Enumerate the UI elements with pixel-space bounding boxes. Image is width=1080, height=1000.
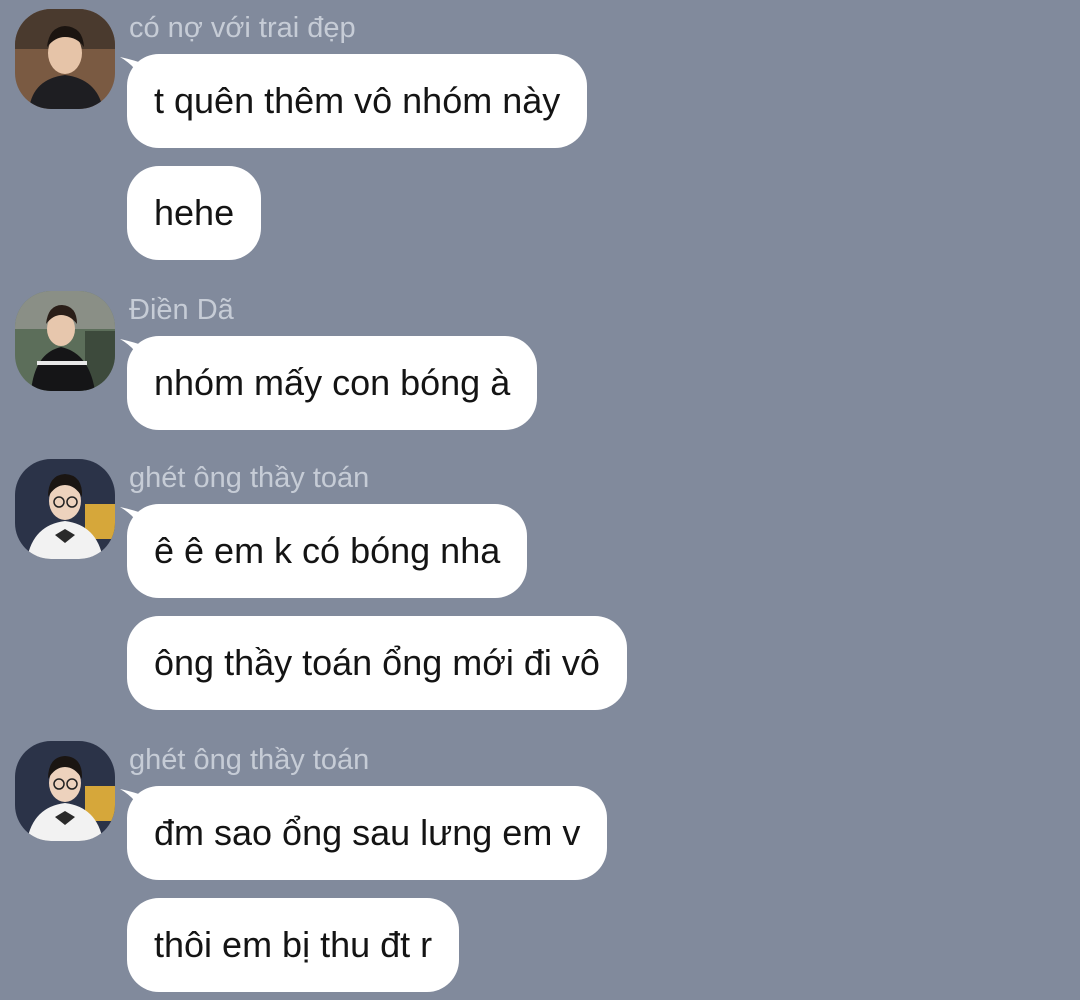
user-avatar[interactable] [15, 459, 115, 559]
sender-name: ghét ông thầy toán [129, 462, 370, 494]
message-bubble[interactable]: nhóm mấy con bóng à [127, 336, 538, 430]
message-bubble[interactable]: thôi em bị thu đt r [127, 898, 460, 992]
sender-name: có nợ với trai đẹp [129, 12, 356, 44]
message-bubble[interactable]: ê ê em k có bóng nha [127, 504, 528, 598]
message-bubble[interactable]: hehe [127, 166, 262, 260]
message-bubble[interactable]: ông thầy toán ổng mới đi vô [127, 616, 627, 710]
message-bubble[interactable]: đm sao ổng sau lưng em v [127, 786, 608, 880]
user-avatar[interactable] [15, 9, 115, 109]
user-avatar[interactable] [15, 741, 115, 841]
message-bubble[interactable]: t quên thêm vô nhóm này [127, 54, 588, 148]
sender-name: Điền Dã [129, 294, 234, 326]
user-avatar[interactable] [15, 291, 115, 391]
sender-name: ghét ông thầy toán [129, 744, 370, 776]
